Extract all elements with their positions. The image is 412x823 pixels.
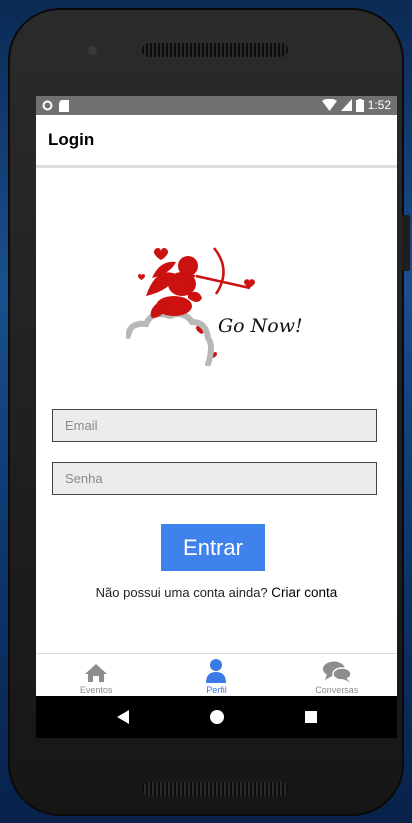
signup-row: Não possui uma conta ainda? Criar conta [36,585,397,600]
circle-notification-icon [42,100,53,111]
recents-icon[interactable] [304,710,318,724]
bottom-speaker [142,782,288,796]
cupid-logo: Go Now! [126,247,303,366]
chat-icon [322,661,351,682]
bottom-navigation: Eventos Perfil Conversas [36,653,397,697]
create-account-link[interactable]: Criar conta [271,585,337,600]
person-icon [206,659,227,683]
top-speaker [142,43,288,57]
app-bar: Login [36,115,397,168]
heart-icon [138,274,145,280]
home-icon [85,664,108,682]
status-bar: 1:52 [36,96,397,115]
nav-item-eventos[interactable]: Eventos [36,654,156,697]
home-button-icon[interactable] [209,709,225,725]
front-camera [88,46,97,55]
login-button[interactable]: Entrar [161,524,265,571]
page-title: Login [48,130,95,149]
screen: 1:52 Login Go Now! Email Entrar Não poss… [36,96,397,738]
status-time: 1:52 [367,98,391,112]
android-nav-bar [36,696,397,738]
nav-item-conversas[interactable]: Conversas [277,654,397,697]
cloud-shape [126,311,214,366]
back-icon[interactable] [116,709,130,725]
battery-icon [355,98,364,112]
nav-item-perfil[interactable]: Perfil [156,654,276,697]
sd-card-icon [59,99,69,112]
heart-icon [154,248,168,260]
logo-text: Go Now! [218,315,303,337]
nav-label-perfil: Perfil [206,685,227,695]
wifi-icon [321,99,337,111]
email-field[interactable] [52,409,377,442]
signup-prompt: Não possui uma conta ainda? [95,585,268,600]
signal-icon [340,99,352,111]
password-field[interactable] [52,462,377,495]
power-button [402,215,410,271]
phone-frame: 1:52 Login Go Now! Email Entrar Não poss… [8,8,404,816]
nav-label-conversas: Conversas [315,685,359,695]
nav-label-eventos: Eventos [79,685,113,695]
